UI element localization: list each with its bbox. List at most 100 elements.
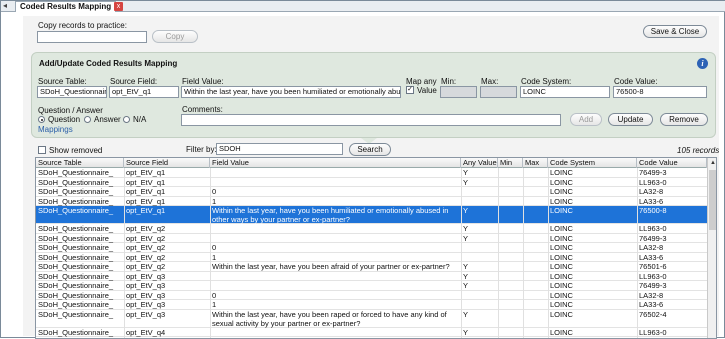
add-button[interactable]: Add xyxy=(570,113,602,126)
cell-source-field: opt_EtV_q3 xyxy=(126,271,166,281)
mappings-link[interactable]: Mappings xyxy=(38,125,73,134)
table-row[interactable]: SDoH_Questionnaire_ opt_EtV_q1 Y LOINC LL963… xyxy=(36,177,707,188)
column-header-field-value[interactable]: Field Value xyxy=(210,158,461,168)
column-header-any-value[interactable]: Any Value xyxy=(461,158,498,168)
cell-min xyxy=(498,243,523,253)
cell-code-value: LA32-8 xyxy=(639,187,664,196)
cell-code-system: LOINC xyxy=(550,281,573,290)
cell-source-table: SDoH_Questionnaire_ xyxy=(38,224,114,233)
cell-code-system: LOINC xyxy=(550,252,573,262)
table-row[interactable]: SDoH_Questionnaire_ opt_EtV_q2 1 LOINC LA33-… xyxy=(36,252,707,262)
panel-title: Add/Update Coded Results Mapping xyxy=(39,59,178,68)
map-any-checkbox[interactable]: ✓ xyxy=(406,86,414,94)
table-row[interactable]: SDoH_Questionnaire_ opt_EtV_q2 Within the … xyxy=(36,262,707,272)
info-icon[interactable]: i xyxy=(697,58,708,69)
cell-field-value xyxy=(210,281,461,291)
scroll-up-icon[interactable]: ▲ xyxy=(709,159,716,167)
table-row[interactable]: SDoH_Questionnaire_ opt_EtV_q3 1 LOINC LA33-… xyxy=(36,300,707,310)
max-input[interactable] xyxy=(480,86,517,98)
cell-source-field: opt_EtV_q1 xyxy=(126,168,166,177)
cell-code-system: LOINC xyxy=(550,300,573,309)
vertical-scrollbar[interactable]: ▲ xyxy=(707,158,716,338)
cell-max xyxy=(523,262,548,272)
table-row[interactable]: SDoH_Questionnaire_ opt_EtV_q3 Y LOINC 76499… xyxy=(36,281,707,291)
table-row[interactable]: SDoH_Questionnaire_ opt_EtV_q2 Y LOINC 76499… xyxy=(36,233,707,243)
table-row[interactable]: SDoH_Questionnaire_ opt_EtV_q1 0 LOINC LA32-… xyxy=(36,187,707,197)
chevron-left-icon[interactable]: ◂ xyxy=(3,1,7,10)
coded-results-window: ◂ Coded Results Mapping x Copy records t… xyxy=(0,0,725,339)
column-header-code-system[interactable]: Code System xyxy=(548,158,637,168)
cell-max xyxy=(523,243,548,253)
show-removed-checkbox[interactable] xyxy=(38,146,46,154)
cell-code-value: LL963-0 xyxy=(639,224,667,233)
search-button[interactable]: Search xyxy=(349,143,391,156)
min-label: Min: xyxy=(441,77,457,86)
table-row[interactable]: SDoH_Questionnaire_ opt_EtV_q2 Y LOINC LL963… xyxy=(36,224,707,234)
filter-input[interactable]: SDOH xyxy=(216,143,343,155)
cell-any-value: Y xyxy=(463,206,469,215)
table-row[interactable]: SDoH_Questionnaire_ opt_EtV_q1 Y LOINC 76499… xyxy=(36,168,707,178)
code-value-input[interactable]: 76500-8 xyxy=(613,86,707,98)
cell-any-value: Y xyxy=(463,233,469,243)
cell-code-value: LL963-0 xyxy=(639,271,667,281)
cell-min xyxy=(498,272,523,282)
answer-radio-label: Answer xyxy=(94,115,121,124)
source-field-input[interactable]: opt_EtV_q1 xyxy=(109,86,179,98)
min-input[interactable] xyxy=(440,86,477,98)
save-close-button[interactable]: Save & Close xyxy=(643,25,707,38)
column-divider xyxy=(124,168,125,338)
table-row[interactable]: SDoH_Questionnaire_ opt_EtV_q1 1 LOINC LA33-… xyxy=(36,196,707,206)
column-header-source-field[interactable]: Source Field xyxy=(124,158,210,168)
column-header-min[interactable]: Min xyxy=(498,158,523,168)
cell-code-value: 76499-3 xyxy=(639,168,667,177)
map-any-value-label: Value xyxy=(417,86,437,95)
table-row[interactable]: SDoH_Questionnaire_ opt_EtV_q3 Within the … xyxy=(36,310,707,328)
table-row[interactable]: SDoH_Questionnaire_ opt_EtV_q2 0 LOINC LA32-… xyxy=(36,243,707,253)
cell-min xyxy=(498,310,523,328)
remove-button[interactable]: Remove xyxy=(660,113,708,126)
column-header-code-value[interactable]: Code Value xyxy=(637,158,707,168)
cell-source-table: SDoH_Questionnaire_ xyxy=(38,281,114,290)
cell-min xyxy=(498,187,523,197)
cell-min xyxy=(498,224,523,234)
cell-code-value: 76499-3 xyxy=(639,281,667,290)
source-table-input[interactable]: SDoH_Questionnaire xyxy=(37,86,107,98)
column-divider xyxy=(548,168,549,338)
column-header-source-table[interactable]: Source Table xyxy=(36,158,124,168)
cell-source-table: SDoH_Questionnaire_ xyxy=(38,271,114,281)
cell-field-value xyxy=(210,178,461,188)
table-row[interactable]: SDoH_Questionnaire_ opt_EtV_q1 Within the … xyxy=(36,206,707,224)
close-icon[interactable]: x xyxy=(114,2,123,11)
field-value-label: Field Value: xyxy=(182,77,224,86)
copy-button[interactable]: Copy xyxy=(152,30,198,43)
table-row[interactable]: SDoH_Questionnaire_ opt_EtV_q3 0 LOINC LA32-… xyxy=(36,290,707,301)
cell-source-field: opt_EtV_q2 xyxy=(126,252,166,262)
cell-source-table: SDoH_Questionnaire_ xyxy=(38,196,114,206)
copy-practice-input[interactable] xyxy=(37,31,147,43)
cell-code-value: 76502-4 xyxy=(639,309,667,319)
cell-code-value: 76500-8 xyxy=(639,206,667,215)
table-row[interactable]: SDoH_Questionnaire_ opt_EtV_q3 Y LOINC LL963… xyxy=(36,271,707,282)
update-button[interactable]: Update xyxy=(608,113,653,126)
question-radio[interactable] xyxy=(38,116,45,123)
column-header-max[interactable]: Max xyxy=(523,158,548,168)
cell-source-table: SDoH_Questionnaire_ xyxy=(38,177,114,187)
cell-max xyxy=(523,291,548,301)
max-label: Max: xyxy=(481,77,499,86)
answer-radio[interactable] xyxy=(84,116,91,123)
cell-code-value: LA32-8 xyxy=(639,290,664,300)
cell-any-value: Y xyxy=(463,281,469,290)
scroll-thumb[interactable] xyxy=(709,170,716,230)
cell-field-value: Within the last year, have you been humi… xyxy=(212,206,449,224)
comments-input[interactable] xyxy=(181,114,561,126)
cell-any-value xyxy=(461,243,498,253)
na-radio[interactable] xyxy=(123,116,130,123)
table-header: Source Table Source Field Field Value An… xyxy=(36,158,716,168)
cell-source-field: opt_EtV_q1 xyxy=(126,206,166,215)
code-system-input[interactable]: LOINC xyxy=(520,86,610,98)
question-answer-label: Question / Answer xyxy=(38,106,103,115)
tab-coded-results-mapping[interactable]: Coded Results Mapping xyxy=(15,1,117,12)
cell-code-system: LOINC xyxy=(550,233,573,243)
table-row[interactable]: SDoH_Questionnaire_ opt_EtV_q4 Y LOINC LL963… xyxy=(36,328,707,337)
field-value-input[interactable]: Within the last year, have you been humi… xyxy=(181,86,401,98)
